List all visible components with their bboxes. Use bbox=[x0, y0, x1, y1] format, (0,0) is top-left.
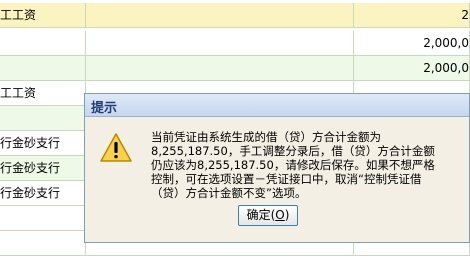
table-cell[interactable] bbox=[0, 31, 86, 55]
message-line: 控制，可在选项设置－凭证接口中，取消“控制凭证借 bbox=[151, 172, 422, 186]
dialog-titlebar[interactable]: 提示 bbox=[85, 94, 469, 117]
table-cell[interactable] bbox=[0, 231, 86, 255]
prompt-dialog: 提示 当前凭证由系统生成的借（贷）方合计金额为 8,255,187.50，手工调整… bbox=[84, 93, 470, 243]
table-cell[interactable]: 2 bbox=[354, 3, 470, 27]
message-line: （贷）方合计金额不变”选项。 bbox=[151, 186, 307, 200]
table-cell[interactable]: 工工资 bbox=[0, 3, 86, 27]
table-cell[interactable]: 行金砂支行 bbox=[0, 131, 86, 155]
table-cell[interactable] bbox=[86, 56, 354, 80]
table-cell[interactable] bbox=[0, 56, 86, 80]
table-cell[interactable] bbox=[0, 106, 86, 130]
table-row[interactable]: 2,000,0 bbox=[0, 56, 470, 81]
table-cell[interactable] bbox=[86, 3, 354, 27]
table-cell[interactable]: 2,000,0 bbox=[354, 31, 470, 55]
message-line: 8,255,187.50，手工调整分录后，借（贷）方合计金额 bbox=[151, 144, 435, 158]
table-cell[interactable] bbox=[0, 206, 86, 230]
ok-button[interactable]: 确定(O) bbox=[238, 205, 298, 226]
table-row[interactable]: 2,000,0 bbox=[0, 31, 470, 56]
dialog-message: 当前凭证由系统生成的借（贷）方合计金额为 8,255,187.50，手工调整分录后… bbox=[151, 130, 463, 200]
message-line: 仍应该为8,255,187.50，请修改后保存。如果不想严格 bbox=[151, 158, 435, 172]
table-cell[interactable]: 工工资 bbox=[0, 81, 86, 105]
table-cell[interactable] bbox=[86, 31, 354, 55]
table-row[interactable]: 工工资 2 bbox=[0, 3, 470, 28]
dialog-title: 提示 bbox=[91, 101, 118, 116]
warning-icon bbox=[100, 133, 132, 162]
table-cell[interactable]: 2,000,0 bbox=[354, 56, 470, 80]
table-cell[interactable]: 行金砂支行 bbox=[0, 156, 86, 180]
message-line: 当前凭证由系统生成的借（贷）方合计金额为 bbox=[151, 130, 381, 144]
table-cell[interactable]: 行金砂支行 bbox=[0, 181, 86, 205]
